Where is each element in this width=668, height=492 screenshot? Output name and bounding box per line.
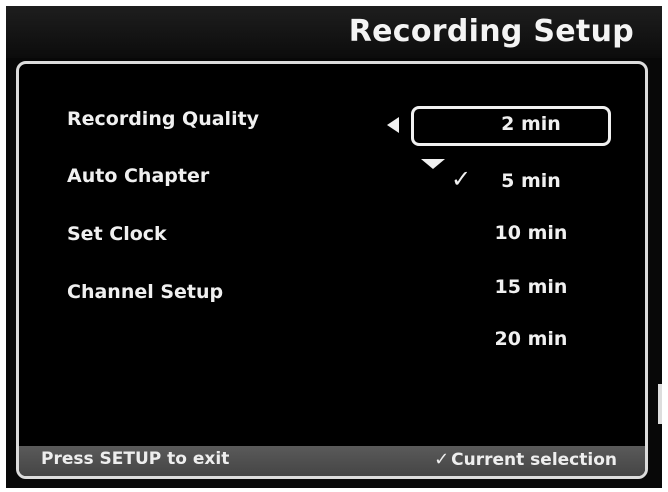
option-15-min[interactable]: 15 min: [485, 276, 577, 298]
option-20-min[interactable]: 20 min: [485, 328, 577, 350]
option-2-min[interactable]: 2 min: [485, 113, 577, 135]
tv-screen: Recording Setup Recording Quality Auto C…: [6, 6, 662, 488]
option-label: 5 min: [501, 170, 561, 192]
menu-item-recording-quality[interactable]: Recording Quality: [67, 108, 259, 130]
legend-label: Current selection: [451, 450, 617, 470]
option-10-min[interactable]: 10 min: [485, 222, 577, 244]
settings-panel: Recording Quality Auto Chapter Set Clock…: [16, 61, 648, 479]
menu-item-channel-setup[interactable]: Channel Setup: [67, 281, 223, 303]
option-5-min[interactable]: 5 min: [485, 170, 577, 192]
edge-mark: [658, 384, 662, 424]
option-label: 20 min: [494, 328, 568, 350]
option-label: 2 min: [501, 113, 561, 135]
exit-hint: Press SETUP to exit: [41, 449, 230, 469]
menu-item-auto-chapter[interactable]: Auto Chapter: [67, 165, 209, 187]
menu-item-set-clock[interactable]: Set Clock: [67, 223, 167, 245]
left-arrow-icon[interactable]: [387, 117, 399, 133]
footer-bar: Press SETUP to exit ✓ Current selection: [19, 446, 645, 476]
checkmark-icon: ✓: [451, 165, 472, 193]
down-arrow-icon[interactable]: [421, 159, 445, 169]
option-label: 15 min: [494, 276, 568, 298]
page-title: Recording Setup: [348, 14, 634, 49]
current-selection-legend: ✓ Current selection: [434, 449, 617, 470]
checkmark-icon: ✓: [434, 449, 450, 470]
option-label: 10 min: [494, 222, 568, 244]
